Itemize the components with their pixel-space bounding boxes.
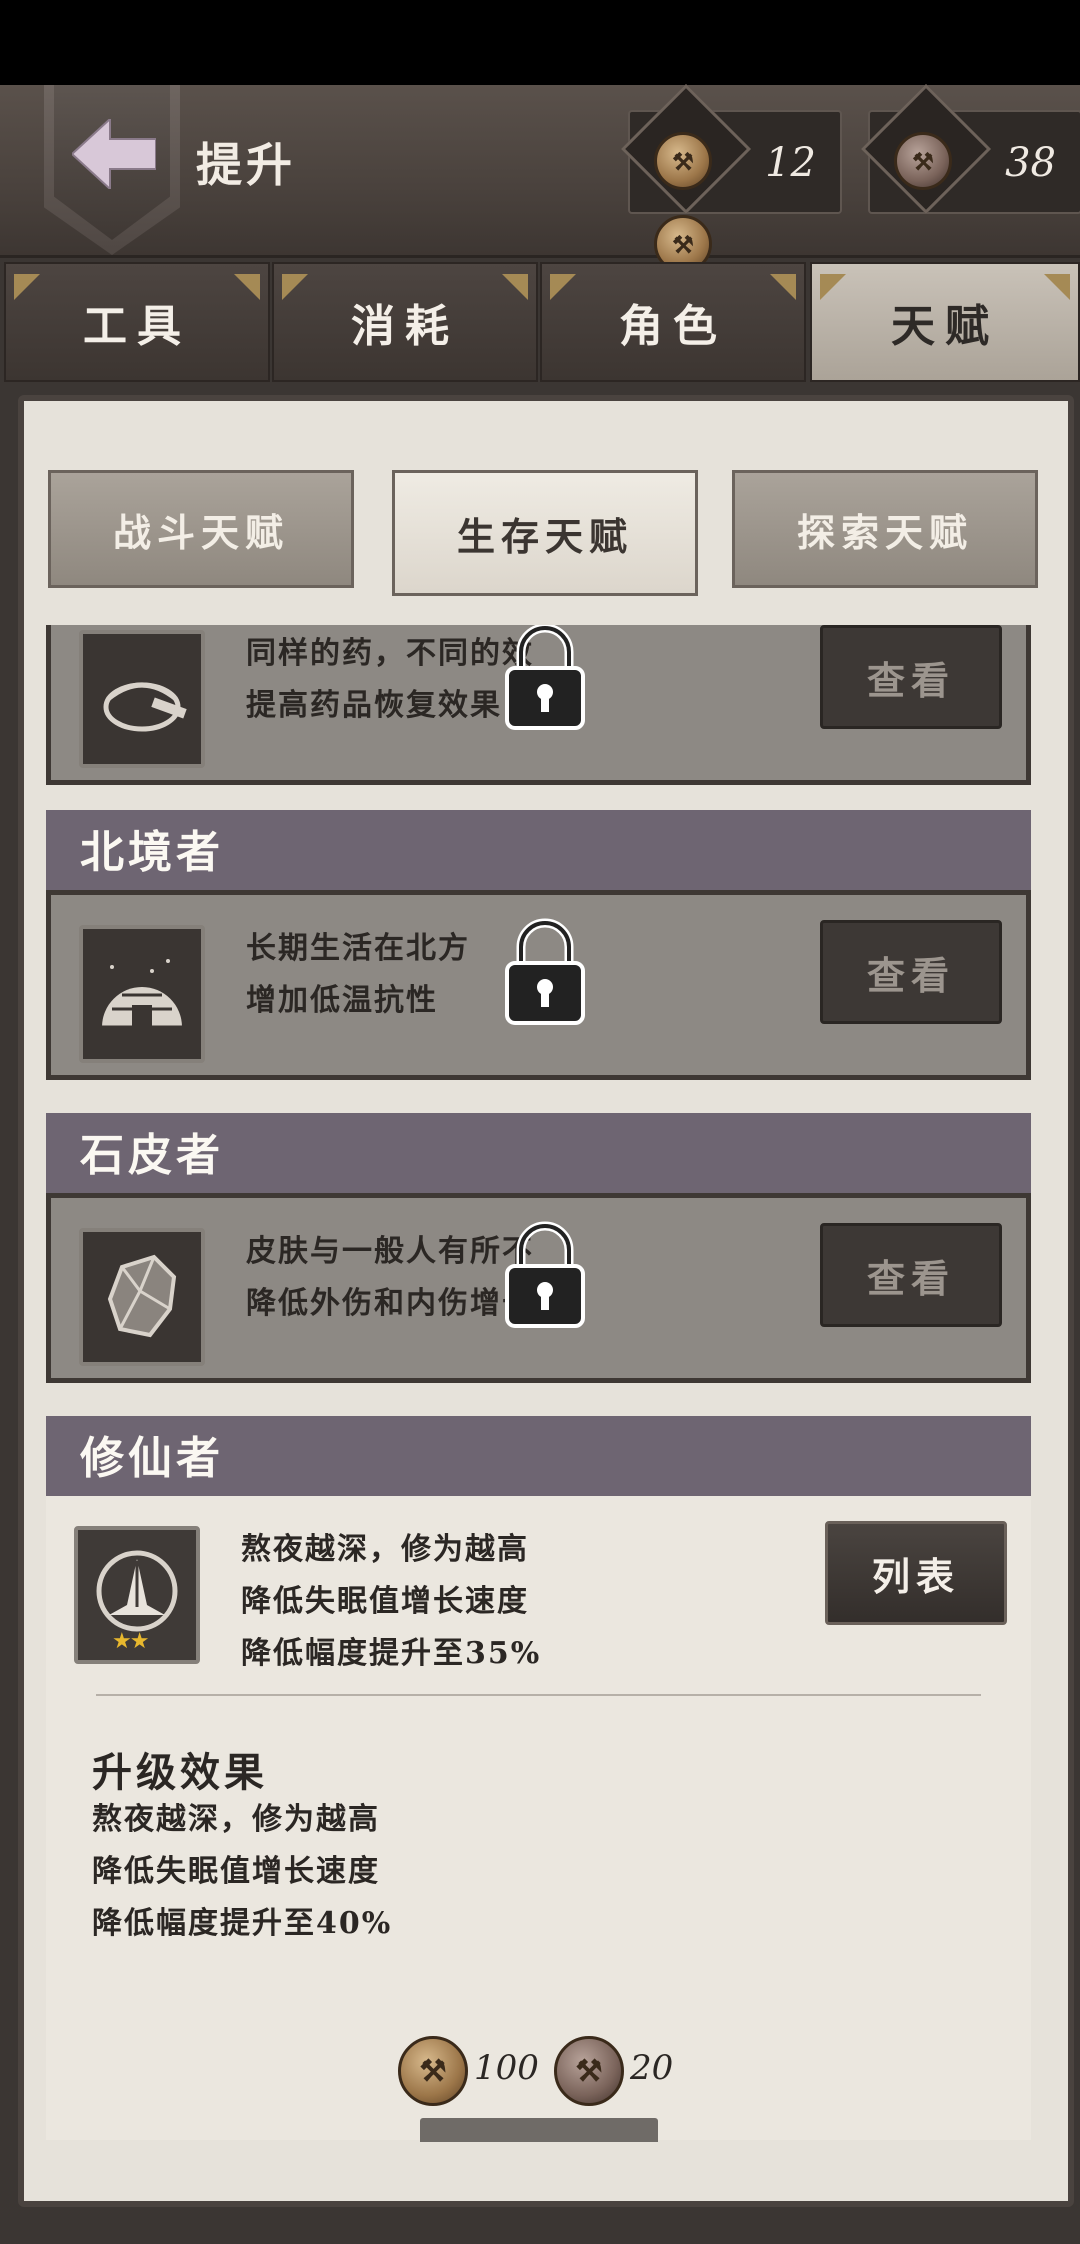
medicine-bowl-icon: [79, 630, 205, 768]
currency-axe-dark-value: 38: [1005, 140, 1056, 186]
axe-coin-dark-icon: ⚒: [554, 2036, 624, 2106]
talent-desc: 熬夜越深，修为越高 降低失眠值增长速度 降低幅度提升至35%: [241, 1532, 542, 1671]
list-button[interactable]: 列表: [825, 1521, 1007, 1625]
subtab-label: 生存天赋: [456, 513, 633, 559]
view-button[interactable]: 查看: [820, 920, 1002, 1024]
tab-label: 工具: [83, 301, 191, 352]
talent-list[interactable]: 同样的药，不同的效 提高药品恢复效果 查看 北境者 长期生活在北方 增加低温抗性: [46, 625, 1034, 2140]
stone-skin-icon: [79, 1228, 205, 1366]
talent-desc: 皮肤与一般人有所不 降低外伤和内伤增长: [246, 1234, 534, 1321]
upgrade-button[interactable]: [420, 2118, 658, 2142]
lock-icon: [505, 1221, 585, 1328]
lock-icon: [505, 918, 585, 1025]
upgrade-title: 升级效果: [92, 1749, 268, 1796]
talent-desc: 长期生活在北方 增加低温抗性: [246, 931, 470, 1018]
talent-name: 修仙者: [46, 1416, 1031, 1496]
talent-desc: 同样的药，不同的效 提高药品恢复效果: [246, 636, 534, 723]
tab-label: 角色: [619, 301, 727, 352]
tab-characters[interactable]: 角色: [540, 262, 806, 382]
talent-name: 北境者: [46, 810, 1031, 890]
subtab-combat[interactable]: 战斗天赋: [48, 470, 354, 588]
axe-coin-icon: ⚒: [398, 2036, 468, 2106]
subtab-exploration[interactable]: 探索天赋: [732, 470, 1038, 588]
currency-axe-value: 12: [765, 140, 816, 186]
cost-axe-dark: 20: [630, 2048, 674, 2088]
subtab-survival[interactable]: 生存天赋: [392, 470, 698, 596]
category-tabs: 工具 消耗 角色 天赋: [0, 262, 1080, 382]
status-bar: [0, 0, 1080, 85]
page-title: 提升: [196, 138, 296, 192]
tab-talents[interactable]: 天赋: [810, 262, 1080, 382]
back-arrow-icon: [72, 119, 156, 189]
tab-label: 天赋: [891, 301, 999, 352]
divider: [96, 1694, 981, 1696]
cost-axe: 100: [474, 2048, 539, 2088]
view-button[interactable]: 查看: [820, 625, 1002, 729]
lock-icon: [505, 625, 585, 730]
star-rating: ★★: [112, 1629, 149, 1654]
subtab-label: 探索天赋: [796, 509, 973, 555]
talent-name: 石皮者: [46, 1113, 1031, 1193]
praying-hands-icon: ★★: [74, 1526, 200, 1664]
axe-coin-dark-icon: ⚒: [894, 132, 952, 190]
back-button[interactable]: [44, 85, 180, 255]
tab-tools[interactable]: 工具: [4, 262, 270, 382]
view-button[interactable]: 查看: [820, 1223, 1002, 1327]
igloo-icon: [79, 925, 205, 1063]
tab-consumables[interactable]: 消耗: [272, 262, 538, 382]
upgrade-effects: 熬夜越深，修为越高 降低失眠值增长速度 降低幅度提升至40%: [92, 1802, 393, 1941]
axe-coin-icon: ⚒: [654, 132, 712, 190]
subtab-label: 战斗天赋: [112, 509, 289, 555]
tab-label: 消耗: [351, 301, 459, 352]
